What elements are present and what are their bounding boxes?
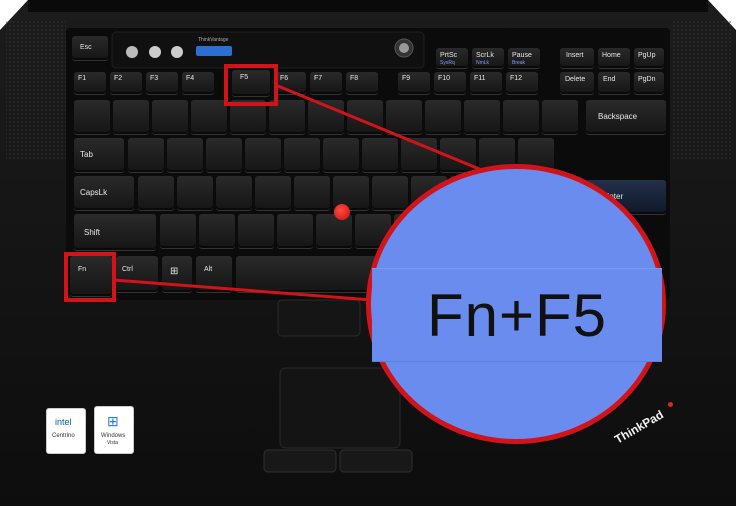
key-generic[interactable] xyxy=(362,138,398,172)
key-prtsc[interactable] xyxy=(436,48,468,68)
key-backspace[interactable] xyxy=(586,100,666,134)
key-f2[interactable] xyxy=(110,72,142,94)
key-generic[interactable] xyxy=(255,176,291,210)
volume-mute-button xyxy=(126,46,138,58)
key-f11[interactable] xyxy=(470,72,502,94)
thinkvantage-button xyxy=(196,46,232,56)
key-generic[interactable] xyxy=(316,214,352,248)
key-f10[interactable] xyxy=(434,72,466,94)
key-generic[interactable] xyxy=(216,176,252,210)
key-pause[interactable] xyxy=(508,48,540,68)
key-generic[interactable] xyxy=(128,138,164,172)
windows-text: Windows xyxy=(101,433,126,439)
touchpad xyxy=(279,367,401,449)
key-generic[interactable] xyxy=(323,138,359,172)
key-generic[interactable] xyxy=(464,100,500,134)
touchpad-right-button xyxy=(339,449,413,473)
key-f1[interactable] xyxy=(74,72,106,94)
centrino-text: Centrino xyxy=(52,433,75,439)
key-f6[interactable] xyxy=(274,72,306,94)
key-generic[interactable] xyxy=(167,138,203,172)
key-shift[interactable] xyxy=(74,214,156,250)
key-pgdn[interactable] xyxy=(634,72,664,94)
key-f9[interactable] xyxy=(398,72,430,94)
key-generic[interactable] xyxy=(294,176,330,210)
key-insert[interactable] xyxy=(560,48,594,68)
key-space[interactable] xyxy=(236,256,386,292)
windows-vista-sticker: ⊞ Windows Vista xyxy=(94,406,134,454)
key-tab[interactable] xyxy=(74,138,124,172)
f5-highlight-box xyxy=(224,64,278,106)
key-end[interactable] xyxy=(598,72,630,94)
key-delete[interactable] xyxy=(560,72,594,94)
key-alt[interactable] xyxy=(196,256,232,292)
key-f12[interactable] xyxy=(506,72,538,94)
key-esc[interactable] xyxy=(72,36,108,60)
vista-text: Vista xyxy=(107,440,119,446)
key-generic[interactable] xyxy=(206,138,242,172)
volume-down-button xyxy=(149,46,161,58)
key-generic[interactable] xyxy=(542,100,578,134)
power-button xyxy=(399,43,409,53)
key-generic[interactable] xyxy=(152,100,188,134)
key-generic[interactable] xyxy=(238,214,274,248)
volume-up-button xyxy=(171,46,183,58)
right-speaker-grille xyxy=(672,20,732,160)
key-generic[interactable] xyxy=(425,100,461,134)
key-generic[interactable] xyxy=(386,100,422,134)
intel-logo-text: intel xyxy=(55,417,72,427)
key-generic[interactable] xyxy=(199,214,235,248)
key-generic[interactable] xyxy=(308,100,344,134)
key-generic[interactable] xyxy=(177,176,213,210)
trackpoint[interactable] xyxy=(334,204,350,220)
key-f7[interactable] xyxy=(310,72,342,94)
key-generic[interactable] xyxy=(401,138,437,172)
caption-text: Fn+F5 xyxy=(372,268,662,362)
key-generic[interactable] xyxy=(277,214,313,248)
key-pgup[interactable] xyxy=(634,48,664,68)
left-speaker-grille xyxy=(6,20,66,160)
thinkpad-logo-dot xyxy=(668,402,673,407)
key-generic[interactable] xyxy=(113,100,149,134)
windows-logo-icon: ⊞ xyxy=(107,413,119,429)
key-generic[interactable] xyxy=(503,100,539,134)
key-capslock[interactable] xyxy=(74,176,134,210)
key-generic[interactable] xyxy=(284,138,320,172)
key-generic[interactable] xyxy=(160,214,196,248)
key-f4[interactable] xyxy=(182,72,214,94)
key-home[interactable] xyxy=(598,48,630,68)
key-scrlk[interactable] xyxy=(472,48,504,68)
key-ctrl[interactable] xyxy=(116,256,158,292)
key-generic[interactable] xyxy=(347,100,383,134)
fn-highlight-box xyxy=(64,252,116,302)
key-f8[interactable] xyxy=(346,72,378,94)
key-generic[interactable] xyxy=(440,138,476,172)
key-generic[interactable] xyxy=(245,138,281,172)
key-generic[interactable] xyxy=(138,176,174,210)
touchpad-left-button xyxy=(263,449,337,473)
key-generic[interactable] xyxy=(372,176,408,210)
key-windows[interactable] xyxy=(162,256,192,292)
intel-centrino-sticker: intel Centrino xyxy=(46,408,86,454)
key-generic[interactable] xyxy=(191,100,227,134)
key-generic[interactable] xyxy=(74,100,110,134)
key-f3[interactable] xyxy=(146,72,178,94)
